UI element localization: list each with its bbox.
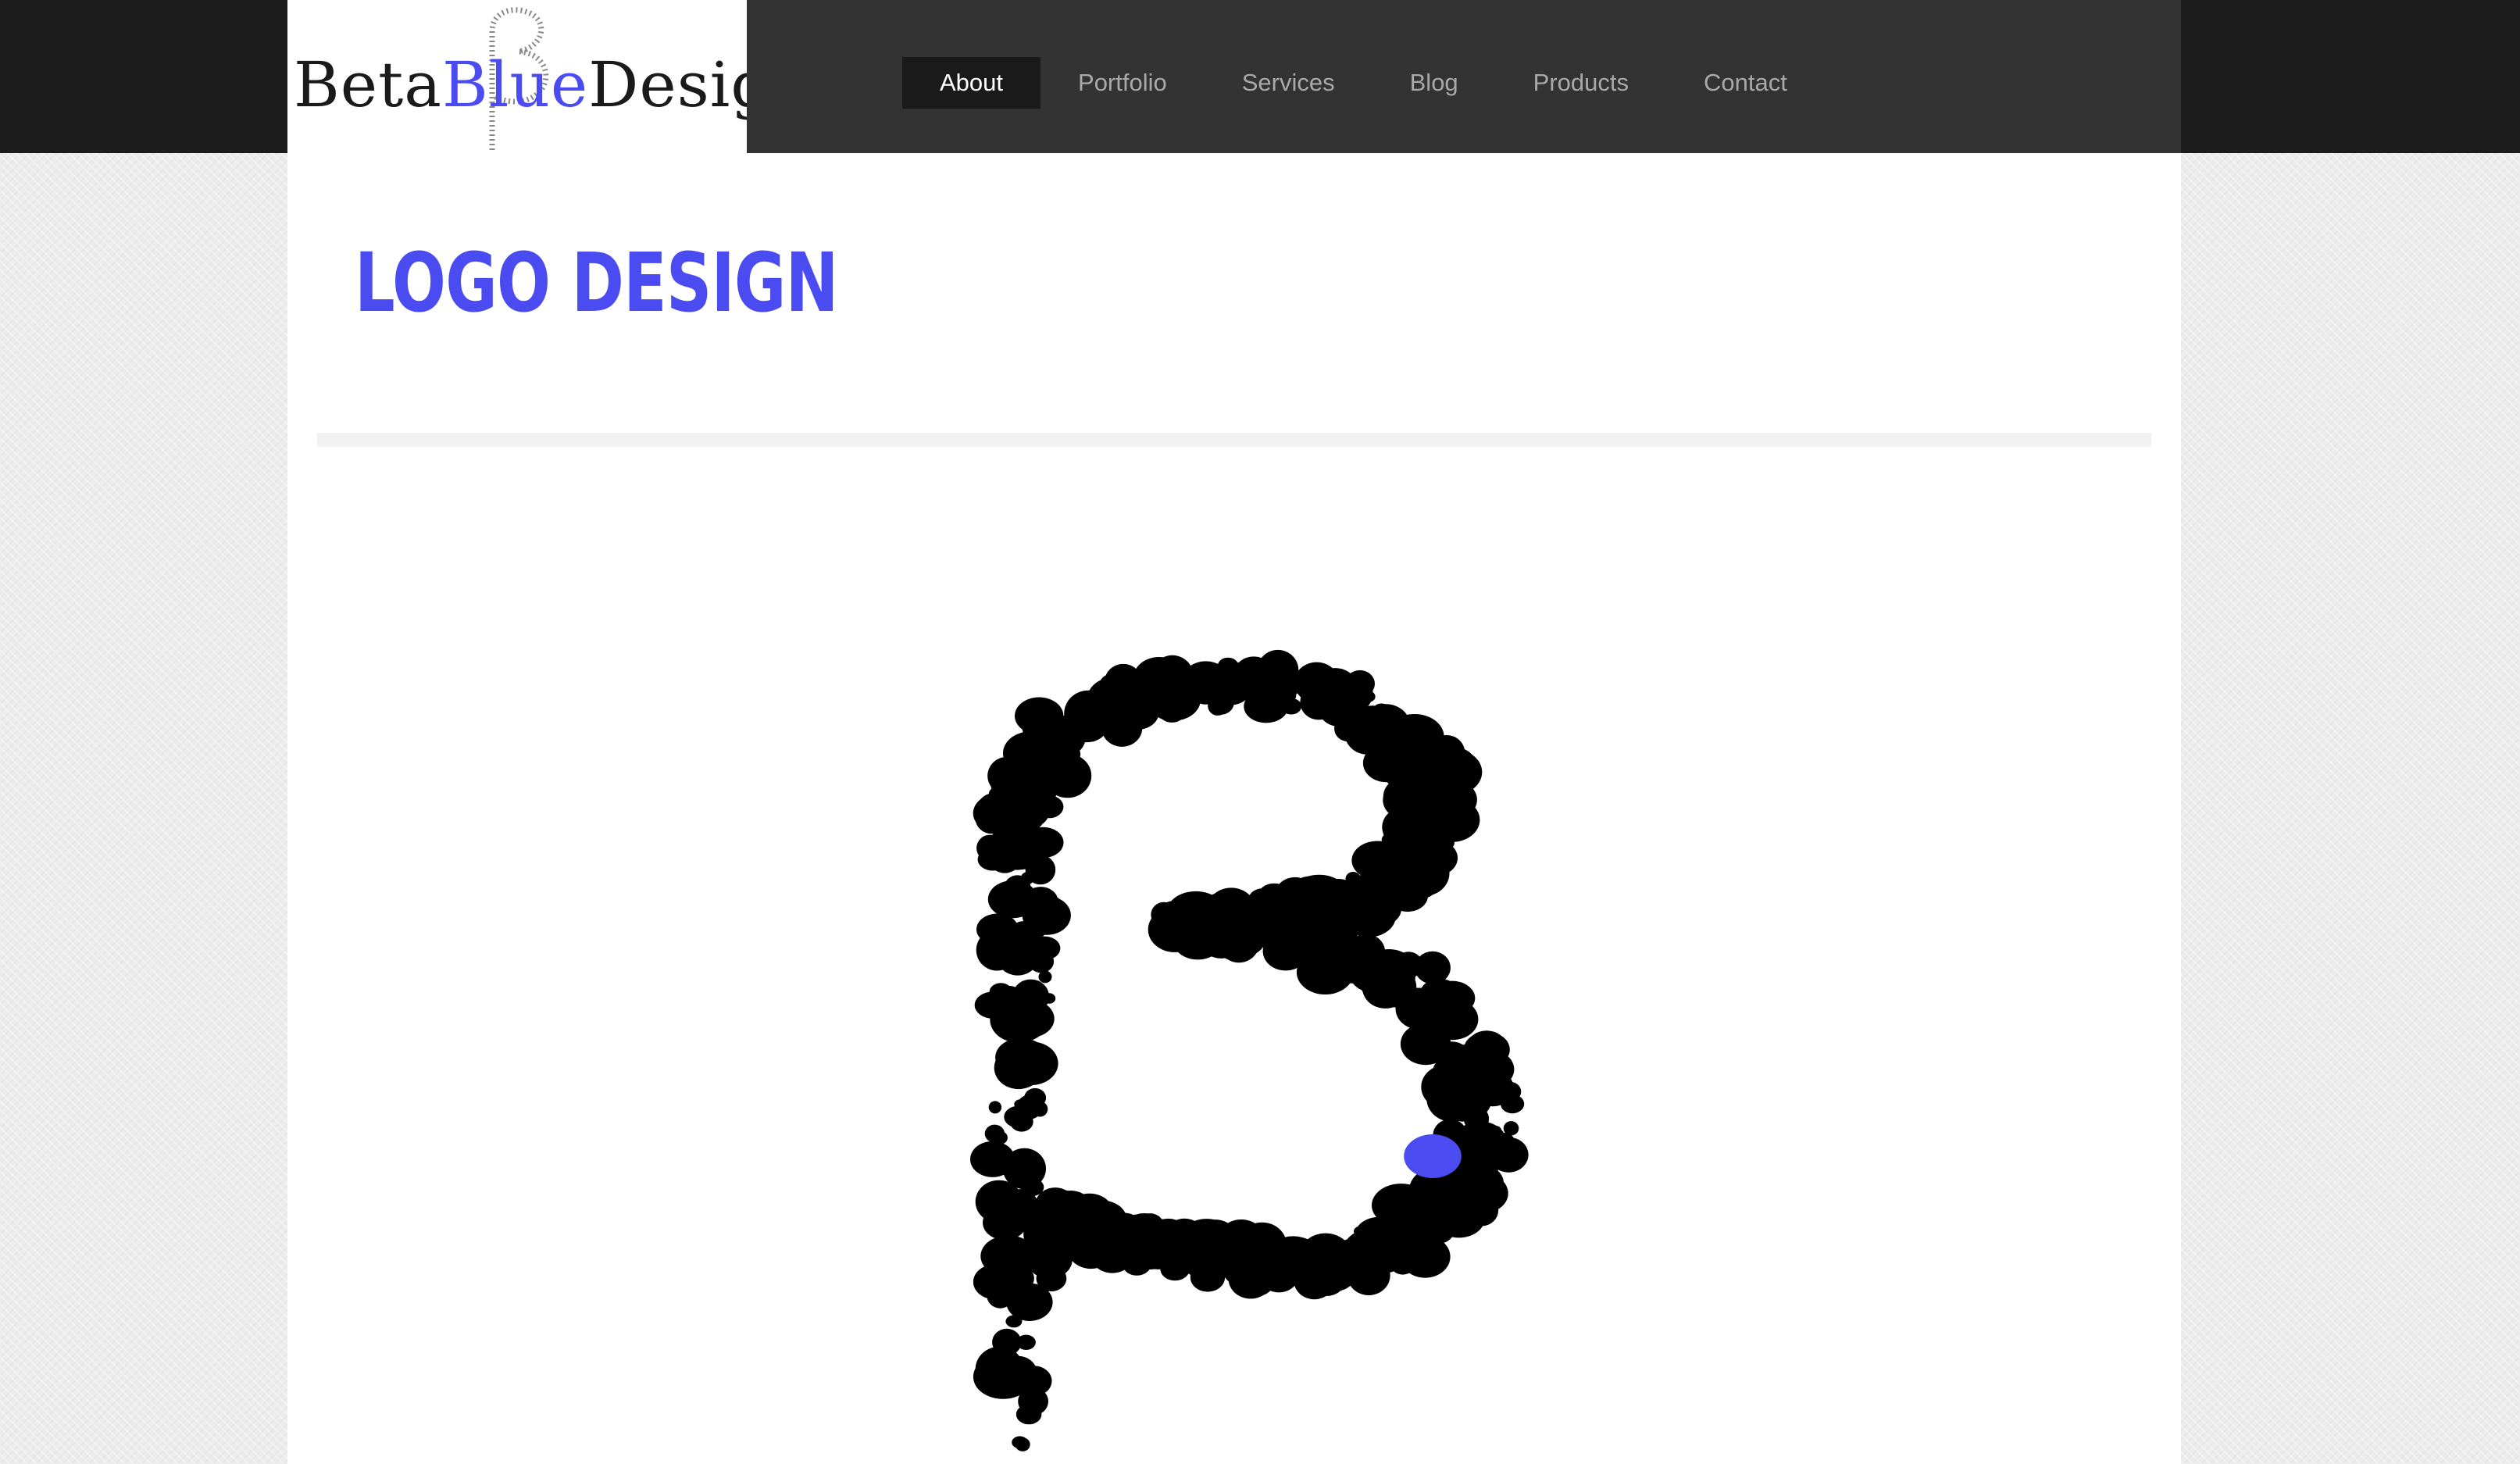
beta-dot [1326, 686, 1352, 709]
beta-dot [1345, 1238, 1388, 1279]
beta-dot [1371, 741, 1408, 777]
beta-dot [1258, 668, 1301, 702]
beta-dot [1208, 691, 1234, 715]
header: BetaBlueDesign About Portfolio Services … [287, 0, 2181, 153]
main-content: LOGO DESIGN [287, 153, 2181, 1464]
beta-dot [1064, 690, 1113, 737]
nav-item-services[interactable]: Services [1205, 57, 1372, 109]
beta-dot [990, 985, 1027, 1018]
brand-part-blue: Blue [441, 48, 589, 121]
beta-dot [1022, 709, 1067, 746]
beta-dot [1235, 1236, 1254, 1252]
beta-dot [1501, 1094, 1525, 1114]
beta-dot [1004, 875, 1031, 902]
beta-dot [988, 1355, 1017, 1381]
top-bar: BetaBlueDesign About Portfolio Services … [0, 0, 2520, 153]
nav-item-blog[interactable]: Blog [1372, 57, 1496, 109]
beta-dot [1016, 827, 1031, 841]
beta-dot [1123, 688, 1139, 702]
beta-dot [1012, 1436, 1028, 1449]
nav-item-about[interactable]: About [902, 57, 1041, 109]
beta-dot [984, 1124, 1005, 1143]
beta-dot [992, 1328, 1022, 1356]
beta-dot [1004, 1105, 1033, 1128]
beta-dot [988, 1101, 1002, 1114]
beta-dot [1415, 951, 1451, 984]
beta-dot [1052, 1208, 1100, 1251]
beta-dot [1404, 1134, 1462, 1178]
beta-dot [1414, 1011, 1445, 1040]
nav-item-portfolio[interactable]: Portfolio [1040, 57, 1205, 109]
nav-item-contact[interactable]: Contact [1666, 57, 1825, 109]
beta-dot [1024, 1087, 1047, 1108]
beta-dot [1320, 1276, 1339, 1291]
beta-dot [1375, 966, 1417, 1008]
beta-dot [1002, 1038, 1046, 1072]
beta-dot [1180, 1253, 1208, 1275]
beta-dot [1176, 665, 1211, 691]
beta-dot [1474, 1032, 1505, 1057]
nav-item-products[interactable]: Products [1496, 57, 1666, 109]
beta-dot [1364, 691, 1376, 702]
beta-dot [1002, 1221, 1014, 1231]
beta-dot [1002, 1148, 1046, 1190]
beta-dot [1433, 1212, 1458, 1237]
brand-wordmark: BetaBlueDesign [294, 48, 747, 121]
beta-dot [997, 799, 1029, 826]
main-nav: About Portfolio Services Blog Products C… [902, 57, 1825, 109]
brand-part-design: Design [588, 48, 747, 121]
beta-dot [1029, 748, 1052, 767]
beta-dot [1125, 1214, 1146, 1234]
brand-part-beta: Beta [294, 48, 442, 121]
beta-dot [1444, 1057, 1459, 1072]
beta-dot [1333, 919, 1357, 939]
beta-dot [1038, 970, 1052, 984]
beta-dot [1043, 993, 1056, 1004]
beta-dot [1029, 936, 1061, 960]
beta-dot [1440, 756, 1455, 767]
beta-dot [976, 913, 1019, 945]
brand-logo[interactable]: BetaBlueDesign [287, 0, 747, 153]
dotted-beta-icon [970, 649, 1529, 1452]
beta-dot [1107, 674, 1123, 688]
